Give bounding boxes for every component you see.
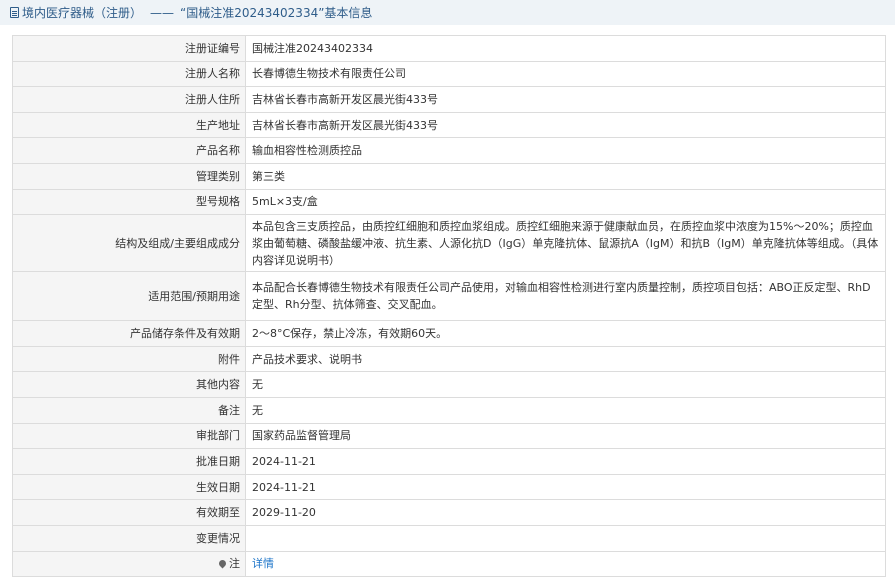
row-label: 批准日期 bbox=[12, 448, 246, 475]
row-label: 有效期至 bbox=[12, 499, 246, 526]
row-label: 注册人名称 bbox=[12, 60, 246, 88]
row-value: 2～8°C保存，禁止冷冻，有效期60天。 bbox=[245, 320, 886, 347]
table-row: 注册证编号 国械注准20243402334 bbox=[12, 35, 886, 62]
table-row: 备注 无 bbox=[12, 396, 886, 424]
table-row: 批准日期 2024-11-21 bbox=[12, 448, 886, 475]
row-value: 2029-11-20 bbox=[245, 499, 886, 526]
row-value: 本品包含三支质控品，由质控红细胞和质控血浆组成。质控红细胞来源于健康献血员，在质… bbox=[245, 214, 886, 273]
details-link[interactable]: 详情 bbox=[252, 557, 274, 570]
header-separator: —— bbox=[150, 5, 175, 20]
table-row: 结构及组成/主要组成成分 本品包含三支质控品，由质控红细胞和质控血浆组成。质控红… bbox=[12, 214, 886, 273]
row-label: 审批部门 bbox=[12, 422, 246, 450]
row-value: 吉林省长春市高新开发区晨光街433号 bbox=[245, 111, 886, 139]
table-row: 生产地址 吉林省长春市高新开发区晨光街433号 bbox=[12, 111, 886, 139]
table-row: 其他内容 无 bbox=[12, 371, 886, 398]
row-label: 附件 bbox=[12, 345, 246, 373]
page-header: 境内医疗器械（注册） —— “国械注准20243402334”基本信息 bbox=[0, 0, 895, 25]
row-label: 产品储存条件及有效期 bbox=[12, 320, 246, 347]
row-value: 本品配合长春博德生物技术有限责任公司产品使用，对输血相容性检测进行室内质量控制，… bbox=[245, 271, 886, 322]
section-title: 境内医疗器械（注册） bbox=[22, 6, 143, 20]
row-label: 适用范围/预期用途 bbox=[12, 271, 246, 322]
note-label-cell: 注 bbox=[12, 550, 246, 578]
document-icon bbox=[10, 7, 19, 18]
row-value: 长春博德生物技术有限责任公司 bbox=[245, 60, 886, 88]
row-value: 2024-11-21 bbox=[245, 473, 886, 501]
table-row: 适用范围/预期用途 本品配合长春博德生物技术有限责任公司产品使用，对输血相容性检… bbox=[12, 271, 886, 322]
row-value: 国械注准20243402334 bbox=[245, 35, 886, 62]
row-label: 其他内容 bbox=[12, 371, 246, 398]
row-label: 变更情况 bbox=[12, 524, 246, 552]
row-value: 无 bbox=[245, 371, 886, 398]
info-table: 注册证编号 国械注准20243402334 注册人名称 长春博德生物技术有限责任… bbox=[12, 35, 886, 578]
row-label: 产品名称 bbox=[12, 137, 246, 164]
row-label: 注册人住所 bbox=[12, 86, 246, 113]
row-label: 注册证编号 bbox=[12, 35, 246, 62]
table-row: 注 详情 bbox=[12, 550, 886, 578]
row-label: 管理类别 bbox=[12, 162, 246, 190]
row-label: 生效日期 bbox=[12, 473, 246, 501]
table-row: 变更情况 bbox=[12, 524, 886, 552]
row-value: 吉林省长春市高新开发区晨光街433号 bbox=[245, 86, 886, 113]
page-title: “国械注准20243402334”基本信息 bbox=[180, 6, 373, 20]
pin-icon bbox=[217, 558, 228, 569]
row-label: 结构及组成/主要组成成分 bbox=[12, 214, 246, 273]
row-label: 型号规格 bbox=[12, 188, 246, 216]
table-row: 审批部门 国家药品监督管理局 bbox=[12, 422, 886, 450]
row-label: 备注 bbox=[12, 396, 246, 424]
row-value bbox=[245, 524, 886, 552]
row-value: 输血相容性检测质控品 bbox=[245, 137, 886, 164]
row-value: 产品技术要求、说明书 bbox=[245, 345, 886, 373]
table-row: 注册人住所 吉林省长春市高新开发区晨光街433号 bbox=[12, 86, 886, 113]
row-value: 无 bbox=[245, 396, 886, 424]
note-label: 注 bbox=[229, 557, 240, 571]
table-row: 型号规格 5mL×3支/盒 bbox=[12, 188, 886, 216]
note-value-cell: 详情 bbox=[245, 550, 886, 578]
table-row: 管理类别 第三类 bbox=[12, 162, 886, 190]
row-value: 5mL×3支/盒 bbox=[245, 188, 886, 216]
table-row: 产品储存条件及有效期 2～8°C保存，禁止冷冻，有效期60天。 bbox=[12, 320, 886, 347]
table-row: 生效日期 2024-11-21 bbox=[12, 473, 886, 501]
row-label: 生产地址 bbox=[12, 111, 246, 139]
row-value: 第三类 bbox=[245, 162, 886, 190]
row-value: 2024-11-21 bbox=[245, 448, 886, 475]
table-row: 注册人名称 长春博德生物技术有限责任公司 bbox=[12, 60, 886, 88]
table-row: 附件 产品技术要求、说明书 bbox=[12, 345, 886, 373]
row-value: 国家药品监督管理局 bbox=[245, 422, 886, 450]
table-row: 有效期至 2029-11-20 bbox=[12, 499, 886, 526]
table-row: 产品名称 输血相容性检测质控品 bbox=[12, 137, 886, 164]
